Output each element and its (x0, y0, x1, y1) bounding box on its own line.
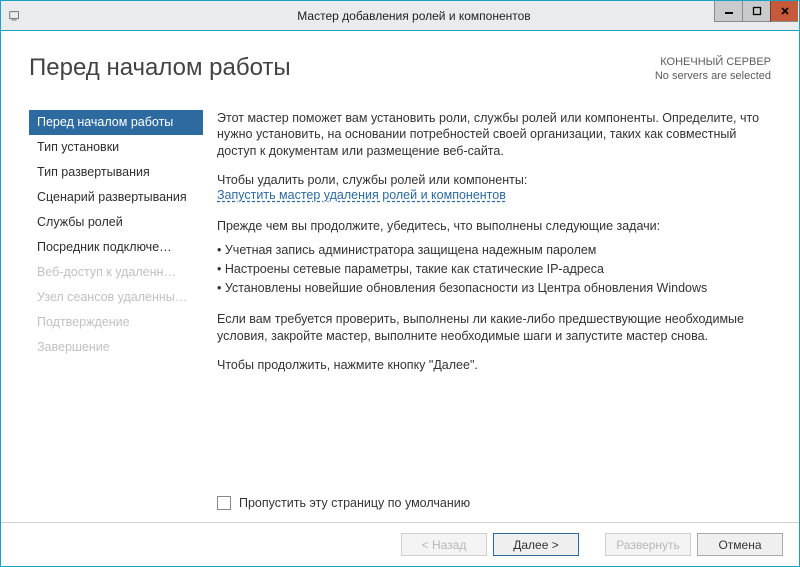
continue-text: Чтобы продолжить, нажмите кнопку "Далее"… (217, 357, 769, 374)
wizard-steps-nav: Перед началом работы Тип установки Тип р… (29, 110, 203, 489)
wizard-window: Мастер добавления ролей и компонентов Пе… (0, 0, 800, 567)
nav-step-confirmation: Подтверждение (29, 310, 203, 335)
header-row: Перед началом работы КОНЕЧНЫЙ СЕРВЕР No … (29, 54, 771, 84)
remove-roles-link[interactable]: Запустить мастер удаления ролей и компон… (217, 188, 506, 203)
nav-step-installation-type[interactable]: Тип установки (29, 135, 203, 160)
install-button: Развернуть (605, 533, 691, 556)
cancel-button[interactable]: Отмена (697, 533, 783, 556)
skip-label: Пропустить эту страницу по умолчанию (239, 496, 470, 510)
nav-step-connection-broker[interactable]: Посредник подключе… (29, 235, 203, 260)
maximize-button[interactable] (742, 1, 770, 22)
verify-text: Если вам требуется проверить, выполнены … (217, 311, 769, 345)
nav-step-completion: Завершение (29, 335, 203, 360)
destination-server-info: КОНЕЧНЫЙ СЕРВЕР No servers are selected (655, 56, 771, 84)
close-button[interactable] (770, 1, 798, 22)
nav-step-before-you-begin[interactable]: Перед началом работы (29, 110, 203, 135)
next-button[interactable]: Далее > (493, 533, 579, 556)
content-row: Перед началом работы Тип установки Тип р… (29, 110, 771, 489)
prereq-item: Учетная запись администратора защищена н… (217, 241, 769, 260)
nav-step-deployment-scenario[interactable]: Сценарий развертывания (29, 185, 203, 210)
intro-text: Этот мастер поможет вам установить роли,… (217, 110, 769, 161)
server-status: No servers are selected (655, 70, 771, 84)
title-bar: Мастер добавления ролей и компонентов (1, 1, 799, 31)
nav-step-role-services[interactable]: Службы ролей (29, 210, 203, 235)
app-icon (1, 1, 29, 31)
skip-checkbox[interactable] (217, 496, 231, 510)
nav-step-web-access: Веб-доступ к удаленн… (29, 260, 203, 285)
wizard-body: Перед началом работы КОНЕЧНЫЙ СЕРВЕР No … (1, 31, 799, 522)
page-title: Перед началом работы (29, 54, 291, 84)
nav-step-session-host: Узел сеансов удаленны… (29, 285, 203, 310)
nav-step-deployment-type[interactable]: Тип развертывания (29, 160, 203, 185)
prereq-item: Настроены сетевые параметры, такие как с… (217, 260, 769, 279)
server-label: КОНЕЧНЫЙ СЕРВЕР (655, 56, 771, 70)
prereq-list: Учетная запись администратора защищена н… (217, 241, 769, 298)
main-content: Этот мастер поможет вам установить роли,… (203, 110, 771, 489)
prereq-lead-text: Прежде чем вы продолжите, убедитесь, что… (217, 218, 769, 235)
prereq-item: Установлены новейшие обновления безопасн… (217, 279, 769, 298)
wizard-footer: < Назад Далее > Развернуть Отмена (1, 522, 799, 566)
window-controls (714, 1, 798, 23)
skip-row: Пропустить эту страницу по умолчанию (29, 496, 771, 510)
window-title: Мастер добавления ролей и компонентов (29, 9, 799, 23)
back-button: < Назад (401, 533, 487, 556)
minimize-button[interactable] (714, 1, 742, 22)
